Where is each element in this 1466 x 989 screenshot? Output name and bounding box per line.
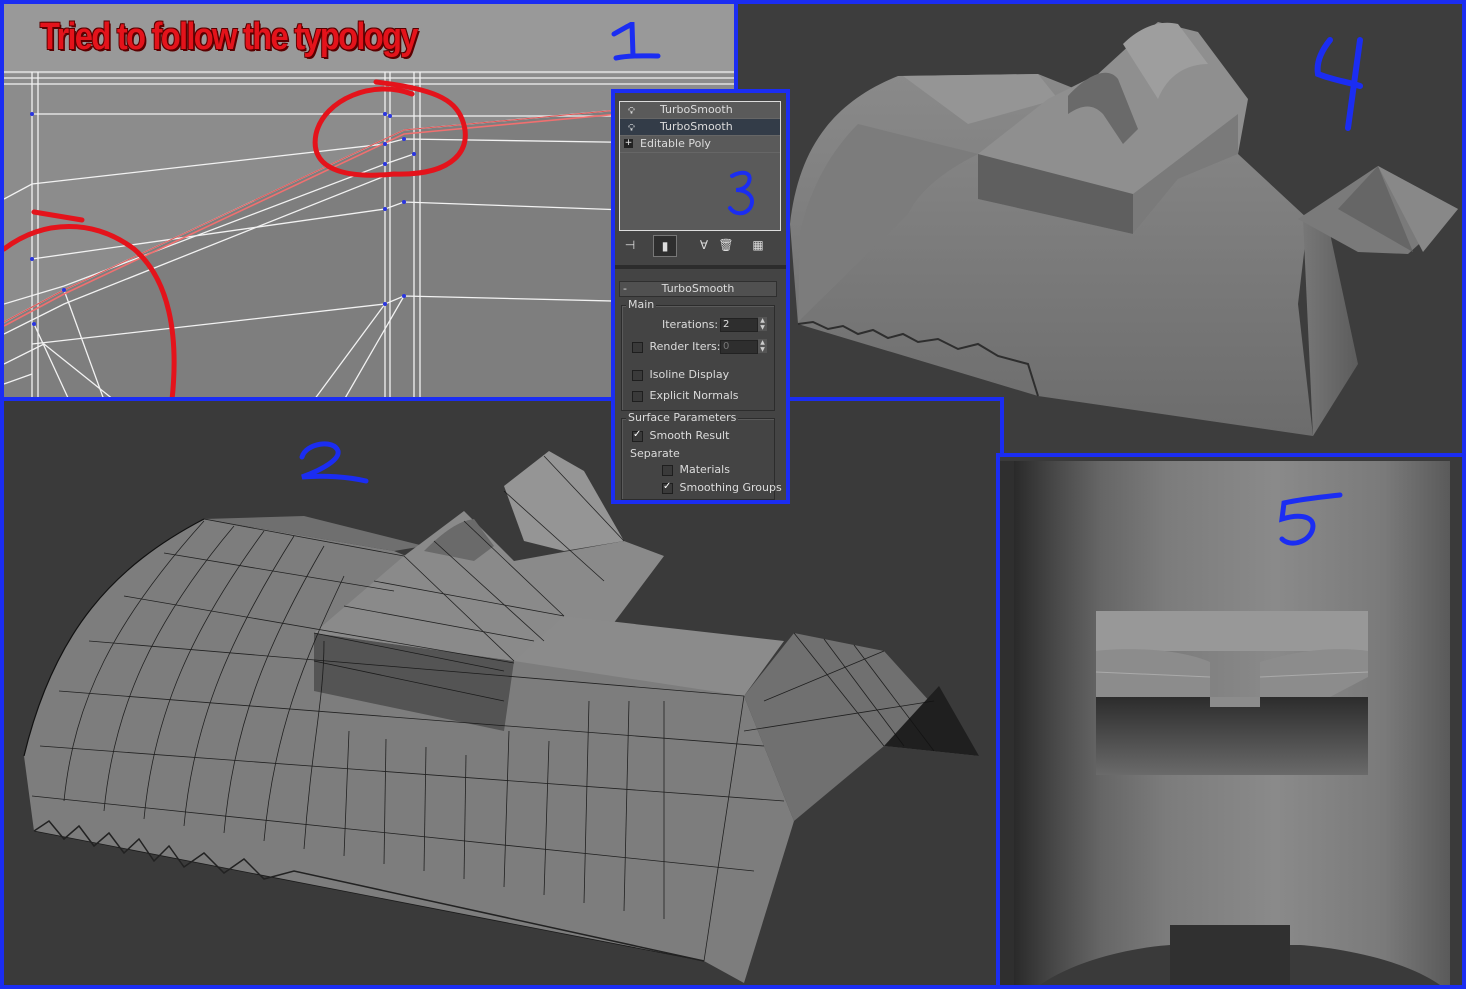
separate-label: Separate: [630, 447, 680, 460]
viewport-wireframe-perspective[interactable]: [0, 397, 1004, 989]
explicit-normals-checkbox[interactable]: [632, 390, 643, 402]
smooth-result-checkbox[interactable]: [632, 429, 643, 442]
isoline-display-checkbox[interactable]: [632, 369, 643, 381]
wireframe-model-drawing: [23, 451, 979, 983]
materials-checkbox[interactable]: [662, 464, 673, 476]
modifier-stack-item-turbosmooth-2[interactable]: 💡︎ TurboSmooth: [620, 119, 780, 136]
render-iters-label: Render Iters:: [649, 340, 721, 353]
lightbulb-icon[interactable]: 💡︎: [628, 104, 635, 120]
smooth-result-row[interactable]: Smooth Result: [632, 429, 729, 442]
smooth-result-label: Smooth Result: [649, 429, 730, 442]
annotation-number-4: [1314, 37, 1363, 131]
smoothing-groups-checkbox[interactable]: [662, 481, 673, 494]
modifier-name: TurboSmooth: [660, 103, 733, 116]
plus-expand-icon[interactable]: +: [624, 139, 633, 148]
materials-row[interactable]: Materials: [662, 463, 730, 476]
make-unique-icon[interactable]: ∀: [693, 235, 715, 255]
modifier-name: TurboSmooth: [660, 120, 733, 133]
modifier-stack-item-turbosmooth-1[interactable]: 💡︎ TurboSmooth: [620, 102, 780, 119]
modifier-stack-item-editable-poly[interactable]: + Editable Poly: [620, 136, 780, 153]
annotation-number-1: [611, 22, 661, 61]
isoline-display-label: Isoline Display: [649, 368, 730, 381]
collapse-icon[interactable]: -: [623, 282, 627, 296]
iterations-spinner-icon[interactable]: ▲ ▼: [758, 317, 767, 331]
lightbulb-icon[interactable]: 💡︎: [628, 121, 635, 137]
modifier-stack-list[interactable]: 💡︎ TurboSmooth 💡︎ TurboSmooth + Editable…: [619, 101, 781, 231]
modifier-name: Editable Poly: [640, 137, 711, 150]
surface-parameters-group: Surface Parameters Smooth Result Separat…: [621, 411, 782, 500]
explicit-normals-label: Explicit Normals: [649, 389, 739, 402]
annotation-title: Tried to follow the typology: [40, 16, 418, 58]
isoline-display-row[interactable]: Isoline Display: [632, 368, 729, 381]
annotation-number-2: [299, 441, 369, 484]
side-view-drawing: [1000, 461, 1450, 985]
main-group: Main Iterations: 2 ▲ ▼ Render Iters: 0 ▲ ▼…: [621, 298, 775, 411]
modifier-panel: 💡︎ TurboSmooth 💡︎ TurboSmooth + Editable…: [611, 89, 790, 504]
rollout-turbosmooth-header[interactable]: - TurboSmooth: [619, 281, 777, 297]
render-iters-row[interactable]: Render Iters:: [632, 340, 720, 353]
viewport-side-view[interactable]: [996, 453, 1466, 989]
surface-parameters-title: Surface Parameters: [626, 411, 739, 424]
pin-stack-icon[interactable]: ⊣: [619, 235, 641, 255]
viewport-smoothed-perspective[interactable]: [734, 0, 1466, 460]
explicit-normals-row[interactable]: Explicit Normals: [632, 389, 739, 402]
main-group-title: Main: [626, 298, 657, 311]
render-iters-spinner-icon[interactable]: ▲ ▼: [758, 339, 767, 353]
divider: [615, 265, 786, 269]
configure-modifier-sets-icon[interactable]: ▦: [747, 235, 769, 255]
annotation-number-5: [1279, 492, 1343, 546]
remove-modifier-icon[interactable]: 🗑︎: [715, 235, 737, 255]
smoothing-groups-label: Smoothing Groups: [679, 481, 782, 494]
smoothing-groups-row[interactable]: Smoothing Groups: [662, 481, 782, 494]
iterations-field[interactable]: 2: [720, 318, 758, 332]
show-end-result-icon[interactable]: ▮: [653, 235, 677, 257]
modifier-stack-toolbar: ⊣ ▮ ∀ 🗑︎ ▦: [619, 235, 779, 257]
render-iters-field[interactable]: 0: [720, 340, 758, 354]
render-iters-checkbox[interactable]: [632, 341, 643, 353]
iterations-label: Iterations:: [662, 318, 719, 331]
rollout-title: TurboSmooth: [661, 282, 735, 295]
annotation-number-3: [728, 170, 755, 216]
materials-label: Materials: [679, 463, 730, 476]
